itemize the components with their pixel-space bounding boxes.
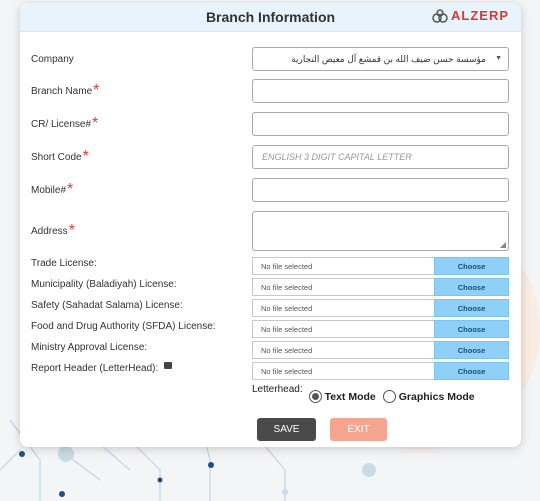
mobile-input[interactable] [252, 178, 509, 202]
branch-name-label: Branch Name [31, 85, 93, 97]
logo-icon [432, 8, 448, 23]
choose-file-button[interactable]: Choose [434, 320, 509, 338]
address-label: Address [31, 225, 68, 237]
file-label: Report Header (LetterHead): [31, 362, 159, 374]
file-label: Municipality (Baladiyah) License: [31, 278, 177, 290]
file-status: No file selected [252, 278, 434, 296]
file-status: No file selected [252, 362, 434, 380]
required-mark: * [68, 222, 75, 239]
ministry-approval-file-input[interactable]: No file selected Choose [252, 341, 509, 359]
choose-file-button[interactable]: Choose [434, 257, 509, 275]
trade-license-file-input[interactable]: No file selected Choose [252, 257, 509, 275]
required-mark: * [82, 148, 89, 165]
image-icon [164, 361, 173, 369]
letterhead-mode-group: Letterhead: Text Mode Graphics Mode [252, 384, 480, 403]
file-label: Food and Drug Authority (SFDA) License: [31, 320, 216, 332]
file-status: No file selected [252, 341, 434, 359]
company-select[interactable]: مؤسسة حسن ضيف الله بن قمشع آل معيض التجا… [252, 47, 509, 71]
required-mark: * [93, 82, 100, 99]
branch-name-input[interactable] [252, 79, 509, 103]
company-select-value: مؤسسة حسن ضيف الله بن قمشع آل معيض التجا… [291, 53, 486, 64]
file-status: No file selected [252, 257, 434, 275]
cr-license-label: CR/ License# [31, 118, 92, 130]
short-code-placeholder: ENGLISH 3 DIGIT CAPITAL LETTER [262, 152, 412, 162]
text-mode-radio[interactable] [308, 390, 322, 403]
branch-information-modal: Branch Information ALZERP Company مؤسسة … [20, 3, 521, 447]
address-textarea[interactable]: ◢ [252, 211, 509, 251]
cr-license-input[interactable] [252, 112, 509, 136]
mobile-label: Mobile# [31, 184, 67, 196]
graphics-mode-label[interactable]: Graphics Mode [399, 391, 475, 403]
file-status: No file selected [252, 320, 434, 338]
required-mark: * [67, 181, 74, 198]
short-code-label: Short Code [31, 151, 82, 163]
logo-text: ALZERP [451, 8, 509, 23]
save-button[interactable]: SAVE [257, 418, 316, 441]
file-label: Ministry Approval License: [31, 341, 148, 353]
company-label: Company [31, 53, 74, 65]
choose-file-button[interactable]: Choose [434, 299, 509, 317]
choose-file-button[interactable]: Choose [434, 362, 509, 380]
short-code-input[interactable]: ENGLISH 3 DIGIT CAPITAL LETTER [252, 145, 509, 169]
letterhead-label: Letterhead: [252, 384, 303, 395]
municipality-license-file-input[interactable]: No file selected Choose [252, 278, 509, 296]
safety-license-file-input[interactable]: No file selected Choose [252, 299, 509, 317]
modal-header: Branch Information ALZERP [20, 3, 521, 32]
choose-file-button[interactable]: Choose [434, 341, 509, 359]
modal-title: Branch Information [205, 9, 336, 25]
file-status: No file selected [252, 299, 434, 317]
file-label: Trade License: [31, 257, 97, 269]
choose-file-button[interactable]: Choose [434, 278, 509, 296]
text-mode-label[interactable]: Text Mode [325, 391, 376, 403]
graphics-mode-radio[interactable] [382, 390, 396, 403]
file-label: Safety (Sahadat Salama) License: [31, 299, 183, 311]
sfda-license-file-input[interactable]: No file selected Choose [252, 320, 509, 338]
letterhead-file-input[interactable]: No file selected Choose [252, 362, 509, 380]
required-mark: * [92, 115, 99, 132]
chevron-down-icon: ▼ [495, 55, 502, 62]
exit-button[interactable]: EXIT [330, 418, 387, 441]
alzerp-logo: ALZERP [432, 8, 509, 23]
resize-handle-icon[interactable]: ◢ [500, 241, 506, 249]
